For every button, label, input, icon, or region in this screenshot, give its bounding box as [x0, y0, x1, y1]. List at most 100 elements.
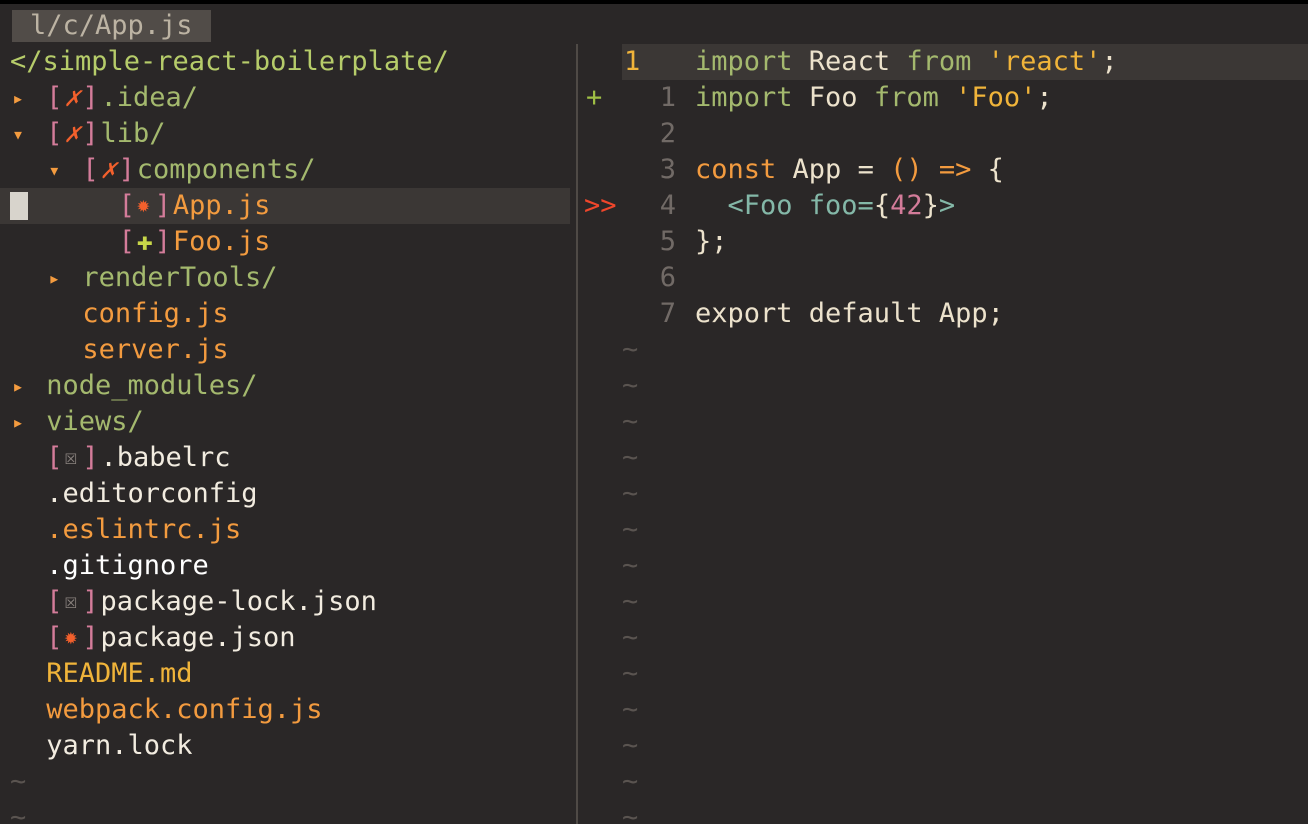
tree-item[interactable]: webpack.config.js: [0, 692, 570, 728]
empty-line-marker: ~: [0, 800, 570, 824]
tabline: l/c/App.js: [0, 4, 1308, 44]
git-add-sign-icon: +: [586, 82, 603, 113]
tree-item-label: server.js: [82, 334, 229, 365]
empty-line-marker: ~: [578, 404, 1308, 440]
tree-item-label: lib/: [100, 118, 166, 149]
chevron-down-icon[interactable]: ▾: [12, 116, 24, 152]
tree-item[interactable]: [✹] App.js: [0, 188, 570, 224]
tilde: ~: [622, 442, 639, 473]
git-status-bracket: ]: [82, 442, 99, 473]
git-modified-icon: ✗: [64, 118, 81, 149]
code-token: };: [695, 226, 728, 257]
editor-pane[interactable]: 1 import React from 'react'; +1 import Foo …: [578, 44, 1308, 824]
tilde: ~: [622, 658, 639, 689]
tree-root-label: </simple-react-boilerplate/: [10, 46, 449, 77]
tree-item[interactable]: ▸ views/: [0, 404, 570, 440]
chevron-right-icon[interactable]: ▸: [12, 404, 24, 440]
tree-item[interactable]: README.md: [0, 656, 570, 692]
tilde: ~: [622, 334, 639, 365]
code-line[interactable]: 1 import React from 'react';: [578, 44, 1308, 80]
tree-item-label: config.js: [82, 298, 229, 329]
tilde: ~: [622, 802, 639, 824]
tree-item[interactable]: [✹] package.json: [0, 620, 570, 656]
chevron-right-icon[interactable]: ▸: [12, 80, 24, 116]
empty-line-marker: ~: [0, 764, 570, 800]
tree-item-label: views/: [46, 406, 144, 437]
code-token: import: [695, 46, 809, 77]
line-number: 5: [659, 226, 676, 257]
tree-item-label: README.md: [46, 658, 193, 689]
git-status-bracket: ]: [82, 118, 99, 149]
code-line[interactable]: >> 4 <Foo foo={42}>: [578, 188, 1308, 224]
tree-item[interactable]: [✚] Foo.js: [0, 224, 570, 260]
code-token: <Foo foo=: [727, 190, 874, 221]
code-token: }: [922, 190, 939, 221]
code-line[interactable]: 2: [578, 116, 1308, 152]
error-sign-icon: >>: [584, 190, 617, 221]
code-line[interactable]: +1 import Foo from 'Foo';: [578, 80, 1308, 116]
git-status-bracket: ]: [154, 190, 172, 221]
tilde: ~: [622, 622, 639, 653]
code-token: export default App;: [695, 298, 1004, 329]
tilde: ~: [622, 514, 639, 545]
git-status-bracket: ]: [118, 154, 135, 185]
tree-item[interactable]: ▾ [✗] lib/: [0, 116, 570, 152]
tree-item[interactable]: yarn.lock: [0, 728, 570, 764]
tab-app-js[interactable]: l/c/App.js: [12, 10, 211, 42]
tree-item-label: .gitignore: [46, 550, 209, 581]
code-token: >: [938, 190, 956, 221]
tilde: ~: [622, 730, 639, 761]
code-token: 'Foo': [955, 82, 1037, 113]
empty-line-marker: ~: [578, 476, 1308, 512]
tree-item-label: .eslintrc.js: [46, 514, 242, 545]
tree-item[interactable]: ▸ renderTools/: [0, 260, 570, 296]
tree-item[interactable]: ▸ [✗] .idea/: [0, 80, 570, 116]
tree-item-label: components/: [136, 154, 316, 185]
chevron-right-icon[interactable]: ▸: [48, 260, 60, 296]
tree-item[interactable]: ▸ node_modules/: [0, 368, 570, 404]
tree-item[interactable]: [☒] package-lock.json: [0, 584, 570, 620]
tree-item[interactable]: config.js: [0, 296, 570, 332]
empty-line-marker: ~: [578, 656, 1308, 692]
code-text: const App = () => {: [695, 152, 1004, 188]
code-line[interactable]: 7 export default App;: [578, 296, 1308, 332]
tree-item-label: .babelrc: [100, 442, 231, 473]
cursor-block: [10, 192, 28, 220]
empty-line-marker: ~: [578, 800, 1308, 824]
code-line[interactable]: 5};: [578, 224, 1308, 260]
tree-item[interactable]: .editorconfig: [0, 476, 570, 512]
tree-item[interactable]: .gitignore: [0, 548, 570, 584]
tree-item[interactable]: ▾ [✗] components/: [0, 152, 570, 188]
tree-item[interactable]: server.js: [0, 332, 570, 368]
code-line[interactable]: 6: [578, 260, 1308, 296]
git-dirty-icon: ✹: [136, 193, 150, 218]
tree-item[interactable]: [☒] .babelrc: [0, 440, 570, 476]
code-text: export default App;: [695, 296, 1004, 332]
line-number: 2: [659, 118, 676, 149]
tilde: ~: [622, 550, 639, 581]
tree-item-label: .editorconfig: [46, 478, 258, 509]
chevron-down-icon[interactable]: ▾: [48, 152, 60, 188]
git-ignored-icon: ☒: [64, 445, 78, 470]
code-token: {: [987, 154, 1004, 185]
git-status-bracket: [: [82, 154, 99, 185]
code-line[interactable]: 3 const App = () => {: [578, 152, 1308, 188]
git-dirty-icon: ✹: [64, 625, 78, 650]
chevron-right-icon[interactable]: ▸: [12, 368, 24, 404]
git-modified-icon: ✗: [64, 82, 81, 113]
vim-window: l/c/App.js </simple-react-boilerplate/▸[…: [0, 4, 1308, 824]
git-status-bracket: [: [118, 226, 135, 257]
tree-root[interactable]: </simple-react-boilerplate/: [0, 44, 570, 80]
code-token: ;: [1036, 82, 1053, 113]
code-text: import React from 'react';: [695, 44, 1118, 80]
tilde: ~: [10, 802, 27, 824]
tilde: ~: [622, 406, 639, 437]
tree-item[interactable]: .eslintrc.js: [0, 512, 570, 548]
git-status-bracket: ]: [154, 226, 172, 257]
line-number: 4: [659, 190, 676, 221]
empty-line-marker: ~: [578, 368, 1308, 404]
code-token: import: [695, 82, 809, 113]
git-status-bracket: ]: [82, 586, 99, 617]
git-status-bracket: [: [118, 190, 135, 221]
